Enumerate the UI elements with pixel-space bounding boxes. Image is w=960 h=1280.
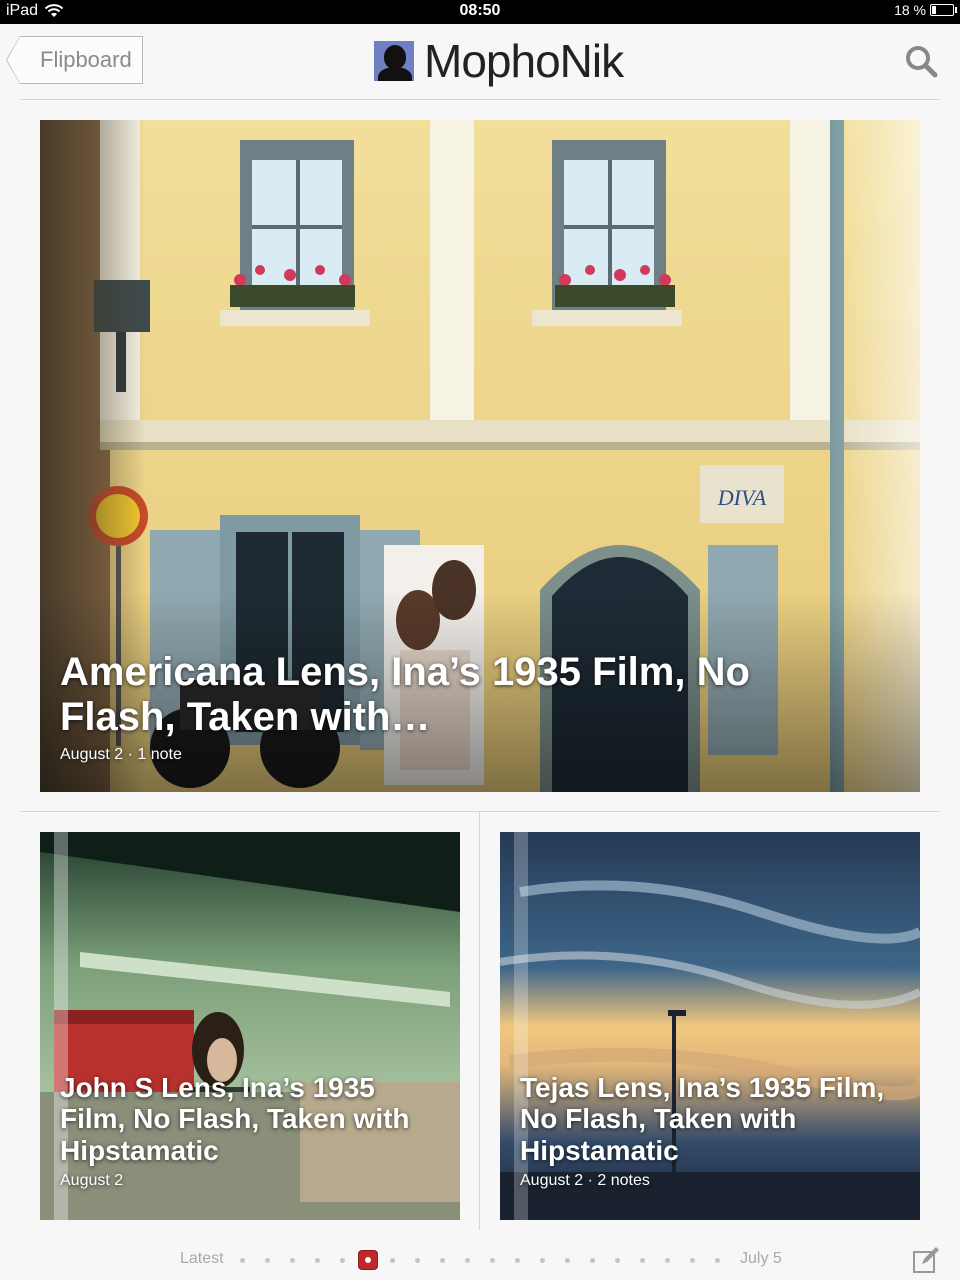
back-arrow-icon	[6, 36, 20, 84]
pager-dot[interactable]	[290, 1258, 295, 1263]
article-title[interactable]: John S Lens, Ina’s 1935 Film, No Flash, …	[60, 1072, 440, 1166]
pager-dot[interactable]	[615, 1258, 620, 1263]
article-card-featured[interactable]: DIVA Americana Lens, Ina’s 1935 Film, No…	[40, 120, 920, 792]
pager-dot[interactable]	[240, 1258, 245, 1263]
pager-dot[interactable]	[690, 1258, 695, 1263]
battery-percent: 18 %	[894, 2, 926, 18]
pager-dot[interactable]	[265, 1258, 270, 1263]
pager-dot[interactable]	[440, 1258, 445, 1263]
avatar	[374, 41, 414, 81]
article-card-right[interactable]: Tejas Lens, Ina’s 1935 Film, No Flash, T…	[500, 832, 920, 1220]
article-title[interactable]: Tejas Lens, Ina’s 1935 Film, No Flash, T…	[520, 1072, 900, 1166]
page-indicator[interactable]: Latest July 5	[0, 1240, 960, 1280]
pager-dot[interactable]	[340, 1258, 345, 1263]
pager-dot[interactable]	[515, 1258, 520, 1263]
pager-dot[interactable]	[640, 1258, 645, 1263]
article-meta: August 2 · 2 notes	[520, 1172, 650, 1189]
article-meta: August 2	[60, 1172, 124, 1189]
magazine-brand[interactable]: MophoNik	[374, 35, 624, 87]
pager-end-label: July 5	[740, 1250, 782, 1267]
section-divider	[20, 811, 940, 812]
pager-dot[interactable]	[390, 1258, 395, 1263]
status-bar: iPad 08:50 18 %	[0, 0, 960, 24]
pager-start-label: Latest	[180, 1250, 224, 1267]
pager-dot[interactable]	[315, 1258, 320, 1263]
pager-dot[interactable]	[590, 1258, 595, 1263]
pager-dot-active[interactable]	[359, 1251, 377, 1269]
pager-dot[interactable]	[465, 1258, 470, 1263]
pager-dot[interactable]	[540, 1258, 545, 1263]
compose-icon[interactable]	[912, 1246, 940, 1274]
page-title: MophoNik	[424, 35, 624, 87]
column-divider	[479, 812, 480, 1230]
header: Flipboard MophoNik	[0, 24, 960, 100]
battery-icon	[930, 4, 957, 16]
article-caption: John S Lens, Ina’s 1935 Film, No Flash, …	[60, 1072, 440, 1190]
search-icon[interactable]	[904, 44, 938, 78]
article-card-left[interactable]: John S Lens, Ina’s 1935 Film, No Flash, …	[40, 832, 460, 1220]
battery-level	[932, 6, 936, 14]
pager-dot[interactable]	[715, 1258, 720, 1263]
article-caption: Americana Lens, Ina’s 1935 Film, No Flas…	[60, 650, 820, 764]
pager-dot[interactable]	[415, 1258, 420, 1263]
back-button[interactable]: Flipboard	[6, 36, 143, 84]
pager-dot[interactable]	[565, 1258, 570, 1263]
article-caption: Tejas Lens, Ina’s 1935 Film, No Flash, T…	[520, 1072, 900, 1190]
clock: 08:50	[459, 2, 501, 19]
article-title[interactable]: Americana Lens, Ina’s 1935 Film, No Flas…	[60, 650, 820, 740]
pager-dot[interactable]	[490, 1258, 495, 1263]
pager-dot[interactable]	[665, 1258, 670, 1263]
back-button-label: Flipboard	[40, 47, 132, 72]
header-divider	[20, 99, 940, 100]
article-meta: August 2 · 1 note	[60, 746, 182, 763]
